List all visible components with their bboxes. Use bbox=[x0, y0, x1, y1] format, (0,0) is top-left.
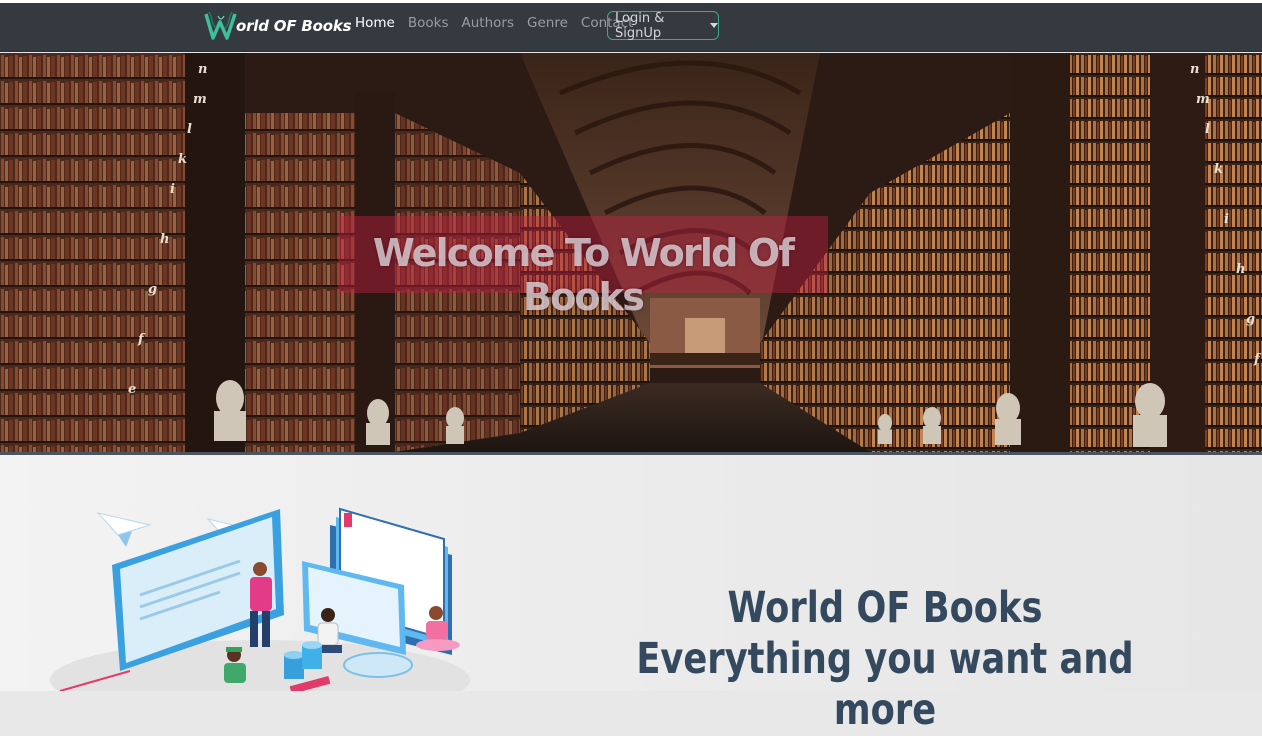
svg-text:h: h bbox=[160, 232, 169, 247]
headline-line-1: World OF Books bbox=[727, 583, 1043, 633]
intro-headline: World OF Books Everything you want and m… bbox=[619, 583, 1152, 736]
reading-illustration bbox=[50, 507, 470, 691]
svg-text:m: m bbox=[1196, 92, 1210, 107]
svg-text:n: n bbox=[198, 62, 207, 77]
svg-text:g: g bbox=[1246, 312, 1255, 327]
brand-w-icon bbox=[204, 11, 237, 40]
nav-authors[interactable]: Authors bbox=[462, 15, 514, 31]
login-signup-label: Login & SignUp bbox=[615, 10, 665, 41]
brand-logo[interactable]: orld OF Books bbox=[204, 11, 352, 41]
svg-text:i: i bbox=[1224, 212, 1229, 227]
svg-text:i: i bbox=[170, 182, 175, 197]
svg-text:h: h bbox=[1236, 262, 1245, 277]
login-signup-dropdown[interactable]: Login & SignUp bbox=[607, 10, 719, 41]
svg-text:e: e bbox=[128, 382, 136, 397]
svg-text:k: k bbox=[178, 152, 187, 167]
svg-text:g: g bbox=[148, 282, 157, 297]
nav-genre[interactable]: Genre bbox=[527, 15, 568, 31]
nav-links: Home Books Authors Genre Contact bbox=[355, 15, 646, 31]
nav-home[interactable]: Home bbox=[355, 15, 395, 31]
navbar: orld OF Books Home Books Authors Genre C… bbox=[0, 3, 1262, 52]
welcome-title: Welcome To World Of Books bbox=[372, 231, 795, 319]
svg-text:m: m bbox=[193, 92, 207, 107]
svg-text:l: l bbox=[1205, 122, 1210, 137]
svg-text:l: l bbox=[187, 122, 192, 137]
nav-books[interactable]: Books bbox=[408, 15, 449, 31]
hero-banner: nml kih gfe nml kih gf Welcome To World … bbox=[0, 53, 1262, 452]
caret-down-icon bbox=[710, 23, 718, 28]
brand-name: orld OF Books bbox=[236, 17, 352, 35]
svg-text:n: n bbox=[1190, 62, 1199, 77]
headline-line-2: Everything you want and more bbox=[636, 634, 1134, 735]
svg-text:k: k bbox=[1214, 162, 1223, 177]
